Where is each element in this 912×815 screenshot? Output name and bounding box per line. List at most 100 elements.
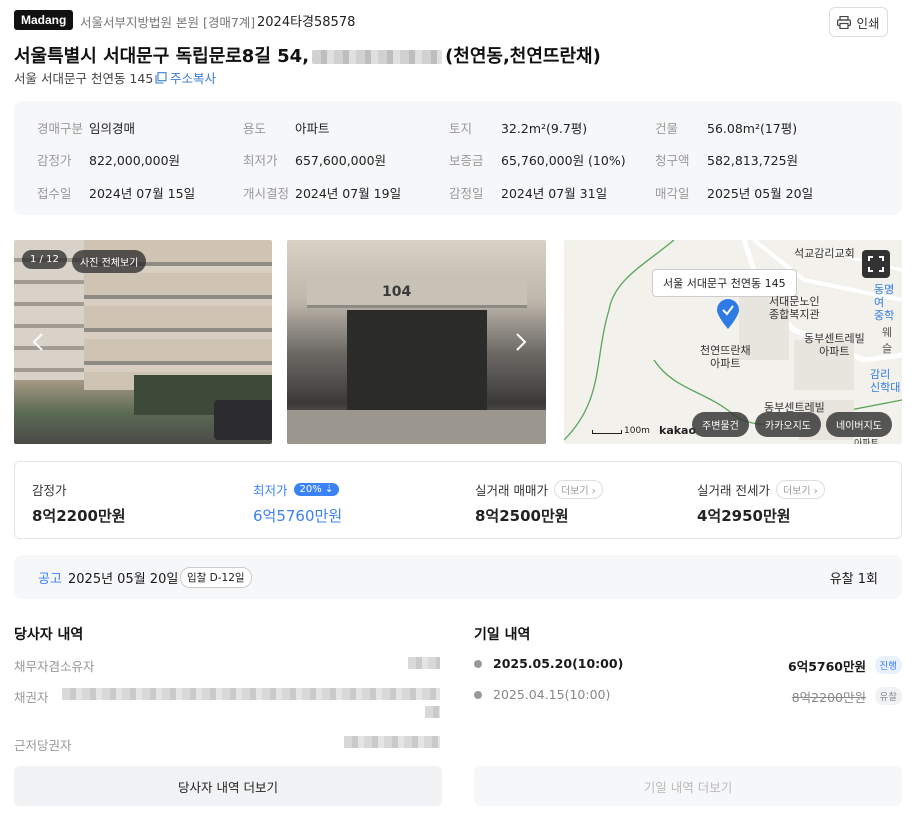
map-scale-bar: [592, 430, 622, 434]
map-address-tooltip: 서울 서대문구 천연동 145: [652, 269, 797, 297]
info-value: 56.08m²(17평): [707, 121, 798, 136]
info-key: 청구액: [655, 153, 690, 168]
print-button[interactable]: 인쇄: [829, 7, 888, 37]
info-item: 용도 아파트: [243, 118, 330, 137]
info-value: 65,760,000원 (10%): [501, 153, 626, 168]
info-item: 건물 56.08m²(17평): [655, 118, 797, 137]
jeonse-price: 실거래 전세가 더보기 › 4억2950만원: [697, 480, 825, 526]
map-label-welfare: 서대문노인 종합복지관: [769, 295, 820, 321]
redacted-name: [425, 706, 440, 718]
info-value: 582,813,725원: [707, 153, 799, 168]
naver-map-button[interactable]: 네이버지도: [826, 412, 892, 437]
parties-title: 당사자 내역: [14, 627, 84, 643]
schedule-price: 6억5760만원: [788, 659, 866, 674]
info-value: 아파트: [295, 121, 330, 136]
info-value: 2024년 07월 15일: [89, 186, 196, 201]
map-label-school: 동명여 중학: [874, 283, 895, 322]
info-key: 개시결정: [243, 186, 290, 201]
map-scale-label: 100m: [624, 426, 650, 436]
info-item: 청구액 582,813,725원: [655, 150, 798, 169]
chevron-right-icon: ›: [591, 486, 596, 497]
appraisal-price: 감정가 8억2200만원: [32, 480, 126, 526]
discount-badge: 20% ⇣: [293, 483, 340, 496]
location-pin-icon: [717, 299, 739, 329]
redacted-name: [344, 736, 440, 748]
notice-date: 2025년 05월 20일: [68, 572, 179, 587]
chevron-right-icon[interactable]: [515, 332, 527, 352]
madang-logo[interactable]: Madang: [14, 10, 74, 30]
bid-result: 유찰 1회: [829, 572, 878, 587]
appraisal-label: 감정가: [32, 483, 67, 498]
parties-more-button[interactable]: 당사자 내역 더보기: [14, 766, 442, 806]
redacted-name: [62, 688, 440, 700]
case-number: 2024타경58578: [257, 15, 356, 30]
info-item: 경매구분 임의경매: [37, 118, 135, 137]
info-key: 최저가: [243, 153, 278, 168]
sale-label: 실거래 매매가: [475, 483, 548, 498]
bullet-icon: [474, 660, 482, 668]
schedule-date: 2025.05.20(10:00): [493, 656, 624, 671]
info-summary: 경매구분 임의경매 용도 아파트 토지 32.2m²(9.7평) 건물 56.08m²(17평…: [14, 101, 902, 215]
notice-label: 공고: [38, 572, 62, 587]
schedule-date: 2025.04.15(10:00): [493, 687, 611, 702]
redacted-name: [408, 657, 440, 669]
info-value: 2024년 07월 31일: [501, 186, 608, 201]
copy-address-label: 주소복사: [170, 71, 217, 86]
info-item: 매각일 2025년 05월 20일: [655, 183, 813, 202]
print-label: 인쇄: [856, 15, 880, 31]
map-label-dongbu-1: 동부센트레빌 아파트: [804, 332, 865, 358]
appraisal-value: 8억2200만원: [32, 507, 126, 525]
map-label-wesley: 웨슬: [882, 326, 893, 355]
minimum-price: 최저가 20% ⇣ 6억5760만원: [253, 480, 342, 526]
info-item: 최저가 657,600,000원: [243, 150, 386, 169]
photo-counter: 1 / 12: [22, 250, 67, 269]
copy-address-button[interactable]: 주소복사: [155, 68, 216, 87]
notice-bar: 공고 2025년 05월 20일 입찰 D-12일 유찰 1회: [14, 555, 902, 599]
info-key: 접수일: [37, 186, 72, 201]
map-label-apartment: 천연뜨란채 아파트: [700, 344, 751, 370]
info-value: 32.2m²(9.7평): [501, 121, 588, 136]
chevron-right-icon: ›: [813, 486, 818, 497]
schedule-more-button[interactable]: 기일 내역 더보기: [474, 766, 902, 806]
building-number-sign: 104: [382, 284, 412, 300]
redacted-unit: [312, 50, 443, 64]
price-summary: 감정가 8억2200만원 최저가 20% ⇣ 6억5760만원 실거래 매매가 더보…: [14, 461, 902, 539]
sale-price: 실거래 매매가 더보기 › 8억2500만원: [475, 480, 603, 526]
info-item: 감정가 822,000,000원: [37, 150, 180, 169]
info-item: 토지 32.2m²(9.7평): [449, 118, 587, 137]
info-key: 토지: [449, 121, 473, 136]
map-label-church: 석교감리교회: [794, 247, 855, 260]
info-key: 매각일: [655, 186, 690, 201]
double-chevron-down-icon: ⇣: [324, 484, 334, 495]
chevron-left-icon[interactable]: [32, 332, 44, 352]
status-badge: 진행: [874, 656, 902, 674]
photo-building-entrance[interactable]: 104: [287, 240, 546, 444]
party-creditor: 채권자: [14, 690, 49, 705]
info-value: 2024년 07월 19일: [295, 186, 402, 201]
sale-more-button[interactable]: 더보기 ›: [553, 480, 603, 499]
view-all-photos-button[interactable]: 사진 전체보기: [72, 250, 147, 273]
location-map[interactable]: 서울 서대문구 천연동 145 석교감리교회 서대문노인 종합복지관 천연뜨란채 아…: [564, 240, 902, 444]
jeonse-more-button[interactable]: 더보기 ›: [775, 480, 825, 499]
schedule-price: 8억2200만원: [791, 690, 866, 705]
party-debtor-owner: 채무자겸소유자: [14, 659, 95, 674]
bullet-icon: [474, 691, 482, 699]
court-name: 서울서부지방법원 본원 [경매7계]: [80, 15, 256, 30]
map-label-apt-bottom: 아파트: [854, 439, 879, 444]
jeonse-value: 4억2950만원: [697, 507, 791, 525]
map-expand-button[interactable]: [862, 250, 890, 278]
kakao-map-button[interactable]: 카카오지도: [755, 412, 821, 437]
title-complex: (천연동,천연뜨란채): [445, 46, 601, 67]
info-value: 2025년 05월 20일: [707, 186, 814, 201]
nearby-items-button[interactable]: 주변물건: [692, 412, 749, 437]
photo-building-exterior[interactable]: 1 / 12 사진 전체보기: [14, 240, 272, 444]
minimum-label: 최저가: [253, 483, 288, 498]
lot-address: 서울 서대문구 천연동 145: [14, 71, 154, 86]
info-item: 감정일 2024년 07월 31일: [449, 183, 607, 202]
info-value: 임의경매: [89, 121, 136, 136]
info-key: 보증금: [449, 153, 484, 168]
copy-icon: [155, 71, 167, 84]
info-key: 경매구분: [37, 121, 84, 136]
info-value: 657,600,000원: [295, 153, 387, 168]
dday-badge: 입찰 D-12일: [180, 567, 252, 588]
